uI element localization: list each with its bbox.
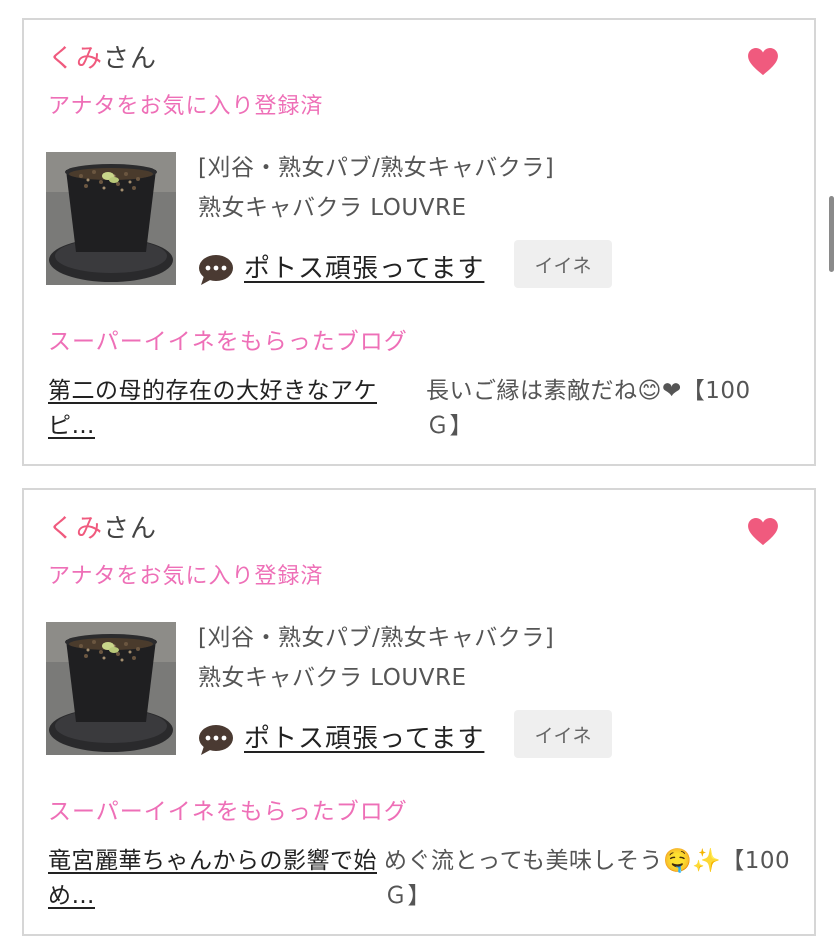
plant-pot-image [46,622,176,755]
post-thumbnail[interactable] [46,622,176,755]
shop-category: [刈谷・熟女パブ/熟女キャバクラ] [198,155,555,181]
message-card: くみさん アナタをお気に入り登録済 [刈谷・熟女パブ/熟女キャバクラ] 熟女キャ… [22,488,816,936]
chat-bubble-icon [199,725,233,755]
post-title-link[interactable]: ポトス頑張ってます [244,248,484,285]
user-name-suffix: さん [103,514,158,544]
user-name[interactable]: くみさん [48,42,157,76]
shop-name: 熟女キャバクラ LOUVRE [198,195,467,221]
blog-title-link[interactable]: 第二の母的存在の大好きなアケピ… [48,374,414,444]
blog-title-link[interactable]: 竜宮麗華ちゃんからの影響で始め… [48,844,388,914]
super-iine-heading: スーパーイイネをもらったブログ [48,329,408,355]
user-name-highlight[interactable]: くみ [48,514,103,544]
chat-bubble-icon [199,255,233,285]
iine-button[interactable]: イイネ [514,710,612,758]
post-title-link[interactable]: ポトス頑張ってます [244,718,484,755]
user-name-highlight[interactable]: くみ [48,44,103,74]
plant-pot-image [46,152,176,285]
blog-comment: 長いご縁は素敵だね😊❤【100Ｇ】 [426,378,751,439]
shop-category: [刈谷・熟女パブ/熟女キャバクラ] [198,625,555,651]
post-thumbnail[interactable] [46,152,176,285]
message-card: くみさん アナタをお気に入り登録済 [刈谷・熟女パブ/熟女キャバクラ] 熟女キャ… [22,18,816,466]
favorite-status: アナタをお気に入り登録済 [48,94,324,119]
heart-icon[interactable] [748,48,778,76]
super-iine-heading: スーパーイイネをもらったブログ [48,799,408,825]
favorite-status: アナタをお気に入り登録済 [48,564,324,589]
blog-comment: めぐ流とっても美味しそう🤤✨【100Ｇ】 [384,848,791,909]
user-name-suffix: さん [103,44,158,74]
scrollbar[interactable] [829,196,834,272]
heart-icon[interactable] [748,518,778,546]
iine-button[interactable]: イイネ [514,240,612,288]
user-name[interactable]: くみさん [48,512,157,546]
shop-name: 熟女キャバクラ LOUVRE [198,665,467,691]
